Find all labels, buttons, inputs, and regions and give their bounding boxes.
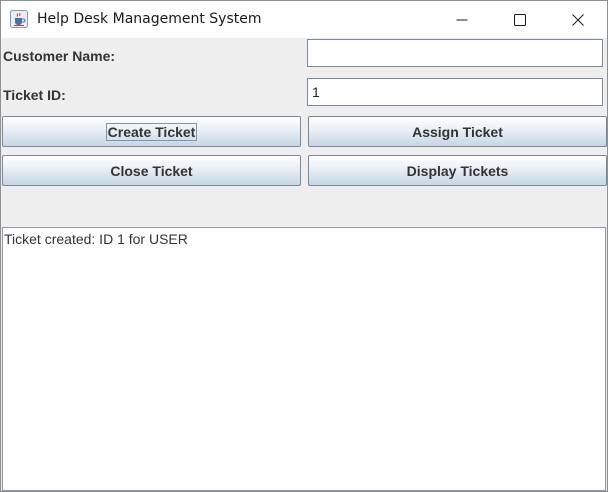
ticket-id-input[interactable] [307, 78, 603, 106]
close-icon [572, 13, 584, 26]
assign-ticket-button[interactable]: Assign Ticket [308, 116, 607, 147]
app-window: Help Desk Management System Customer Nam… [0, 0, 608, 492]
close-button[interactable] [549, 1, 607, 38]
title-bar[interactable]: Help Desk Management System [1, 1, 607, 38]
customer-name-label: Customer Name: [3, 48, 116, 64]
close-ticket-button[interactable]: Close Ticket [2, 155, 301, 186]
minimize-icon [456, 19, 468, 20]
minimize-button[interactable] [433, 1, 491, 38]
display-tickets-button[interactable]: Display Tickets [308, 155, 607, 186]
ticket-id-label: Ticket ID: [3, 87, 66, 103]
create-ticket-button[interactable]: Create Ticket [2, 116, 301, 147]
create-ticket-label: Create Ticket [105, 122, 198, 141]
window-title: Help Desk Management System [37, 11, 262, 27]
maximize-button[interactable] [491, 1, 549, 38]
customer-name-input[interactable] [307, 39, 603, 67]
java-cup-icon[interactable] [10, 10, 28, 28]
output-text-area[interactable]: Ticket created: ID 1 for USER [2, 227, 606, 491]
maximize-icon [514, 13, 526, 26]
